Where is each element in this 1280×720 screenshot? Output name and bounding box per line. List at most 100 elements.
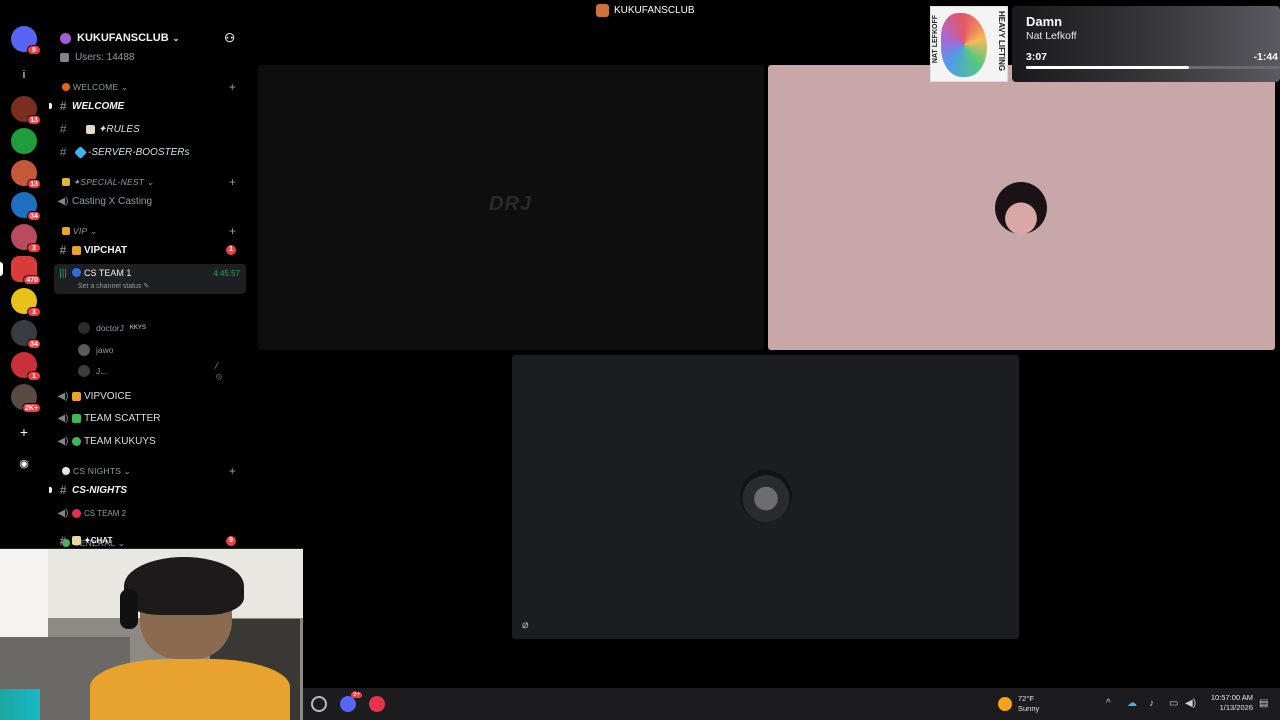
invite-icon[interactable]: ⚇ [224, 31, 235, 45]
network-icon[interactable]: ▭ [1169, 698, 1178, 709]
webcam-feed [0, 548, 303, 720]
video-tile-drj[interactable]: DRJ [258, 65, 764, 350]
server-rail: 9 i 13 13 34 3 470 3 34 1 2K+ + ◉ [0, 22, 48, 548]
weather-condition: Sunny [1018, 704, 1040, 713]
channel-sidebar: KUKUFANSCLUB ⌄ ⚇ Users: 14488 WELCOME ⌄ … [48, 22, 249, 550]
discord-taskbar-badge: 9+ [351, 692, 362, 698]
channel-vipchat[interactable]: # VIPCHAT 1 [54, 240, 244, 260]
crown-icon [72, 245, 81, 255]
channel-rules[interactable]: # ✦RULES [54, 119, 244, 139]
now-playing-panel: Damn Nat Lefkoff 3:07 -1:44 [1012, 6, 1280, 82]
discord-home-icon[interactable]: 9 [11, 26, 41, 55]
clock-date: 1/13/2026 [1219, 703, 1253, 712]
voice-user[interactable]: J... ⁄ ⦸ [78, 361, 222, 381]
server-icon-3[interactable]: 13 [11, 160, 41, 189]
server-icon-7[interactable]: 3 [11, 288, 41, 317]
server-badge: 1 [27, 371, 41, 381]
fire-icon [62, 83, 70, 91]
hash-icon: # [59, 483, 67, 497]
server-badge-icon [60, 32, 71, 44]
avatar [78, 344, 90, 356]
clock-time: 10:57:00 AM [1210, 693, 1253, 702]
channel-label: -SERVER-BOOSTERs [88, 146, 190, 158]
home-badge: 9 [27, 45, 41, 55]
window-title-text: KUKUFANSCLUB [614, 5, 695, 16]
chevron-down-icon: ⌄ [172, 33, 180, 43]
media-player-icon[interactable] [369, 696, 385, 712]
server-icon-kukufansclub[interactable]: 470 [11, 256, 41, 285]
channel-welcome[interactable]: # WELCOME [49, 96, 244, 116]
server-header[interactable]: KUKUFANSCLUB ⌄ ⚇ [48, 22, 249, 54]
mention-badge: 9 [226, 535, 236, 546]
add-channel-icon[interactable]: + [229, 224, 236, 238]
hash-icon: # [59, 533, 67, 548]
video-tile-participant[interactable]: ⌀ [512, 355, 1019, 639]
channel-chat[interactable]: # ✦CHAT 9 [54, 533, 244, 548]
server-icon-8[interactable]: 34 [11, 320, 41, 349]
server-folder-icon[interactable]: 2K+ [11, 384, 41, 413]
channel-casting[interactable]: ◀) Casting X Casting [54, 191, 244, 211]
channel-label: TEAM KUKUYS [84, 435, 156, 447]
microphone-icon[interactable]: ♪ [1149, 698, 1154, 709]
category-cs-nights[interactable]: CS NIGHTS ⌄ + [54, 461, 244, 481]
server-icon-2[interactable] [11, 128, 37, 154]
hash-icon: # [59, 243, 67, 257]
channel-server-boosters[interactable]: # -SERVER-BOOSTERs [54, 142, 244, 162]
channel-cs-nights[interactable]: # CS-NIGHTS [49, 480, 244, 500]
server-icon-9[interactable]: 1 [11, 352, 41, 381]
channel-label: CS TEAM 1 [84, 268, 132, 278]
category-welcome[interactable]: WELCOME ⌄ + [54, 77, 244, 97]
steam-icon[interactable] [311, 696, 327, 712]
voice-user[interactable]: doctorJ KKYS [78, 319, 146, 337]
server-badge: 470 [23, 275, 41, 285]
voice-user[interactable]: jawo [78, 341, 113, 359]
song-artist: Nat Lefkoff [1026, 30, 1077, 42]
speaker-icon: ◀) [57, 507, 69, 519]
video-tile-participant[interactable] [768, 65, 1275, 350]
category-label: VIP [73, 226, 88, 236]
scroll-icon [86, 124, 95, 134]
voice-timer: 4:45:57 [213, 269, 240, 278]
channel-label: Casting X Casting [72, 195, 153, 207]
add-server-icon[interactable]: + [13, 421, 35, 443]
lock-icon [60, 53, 69, 62]
album-art-swirl [941, 13, 987, 77]
volume-icon[interactable]: ◀) [1185, 698, 1196, 709]
server-badge: 3 [27, 243, 41, 253]
info-icon[interactable]: i [13, 64, 35, 86]
discover-icon[interactable]: ◉ [13, 453, 35, 475]
category-special-nest[interactable]: ✦Special-Nest ⌄ + [54, 172, 244, 192]
channel-cs-team-2[interactable]: ◀) CS TEAM 2 [54, 503, 244, 523]
blue-circle-icon [72, 268, 81, 277]
add-channel-icon[interactable]: + [229, 80, 236, 94]
server-icon-1[interactable]: 13 [11, 96, 41, 125]
channel-team-kukuys[interactable]: ◀) TEAM KUKUYS [54, 431, 244, 451]
category-vip[interactable]: VIP ⌄ + [54, 221, 244, 241]
server-icon-5[interactable]: 3 [11, 224, 41, 253]
mute-deafen-icon: ⁄ ⦸ [216, 360, 222, 381]
avatar [740, 470, 792, 522]
add-channel-icon[interactable]: + [229, 464, 236, 478]
voice-channel-cs-team-1[interactable]: ||| CS TEAM 1 4:45:57 Set a channel stat… [54, 264, 246, 294]
channel-label: ✦RULES [98, 123, 140, 135]
unread-indicator [49, 103, 52, 109]
channel-label: ✦CHAT [84, 536, 113, 545]
notification-icon[interactable]: ▤ [1259, 698, 1268, 709]
red-circle-icon [72, 508, 81, 518]
weather-widget[interactable]: 72°F Sunny [998, 694, 1039, 714]
album-title-text: HEAVY LIFTING [997, 11, 1006, 72]
add-channel-icon[interactable]: + [229, 175, 236, 189]
chevron-up-icon[interactable]: ^ [1106, 698, 1111, 709]
channel-status-prompt[interactable]: Set a channel status ✎ [78, 282, 149, 290]
channel-vipvoice[interactable]: ◀) VIPVOICE [54, 386, 244, 406]
category-label: CS NIGHTS [73, 466, 122, 476]
hash-icon: # [59, 145, 67, 159]
server-badge: 13 [27, 115, 41, 125]
channel-team-scatter[interactable]: ◀) TEAM SCATTER [54, 408, 244, 428]
cloud-icon[interactable]: ☁ [1127, 698, 1137, 709]
crown-icon [62, 227, 70, 235]
server-icon-4[interactable]: 34 [11, 192, 41, 221]
discord-taskbar-icon[interactable]: 9+ [340, 692, 362, 712]
leaf-icon [72, 413, 81, 423]
system-clock[interactable]: 10:57:00 AM 1/13/2026 [1203, 693, 1253, 713]
